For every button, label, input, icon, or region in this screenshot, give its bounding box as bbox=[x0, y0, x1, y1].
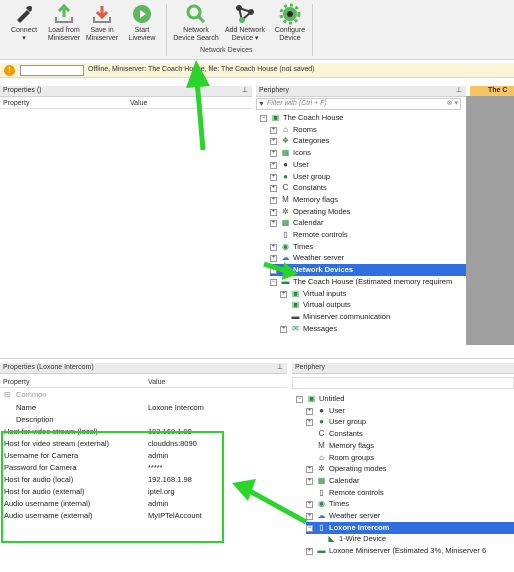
bottom-screenshot: Properties (Loxone Intercom) ⊥ Property … bbox=[0, 358, 514, 572]
annotation-arrow-bottom bbox=[232, 479, 308, 525]
top-screenshot: Connect ▾ Load from Miniserver Save in M… bbox=[0, 0, 514, 345]
annotation-arrows-top bbox=[186, 60, 298, 280]
